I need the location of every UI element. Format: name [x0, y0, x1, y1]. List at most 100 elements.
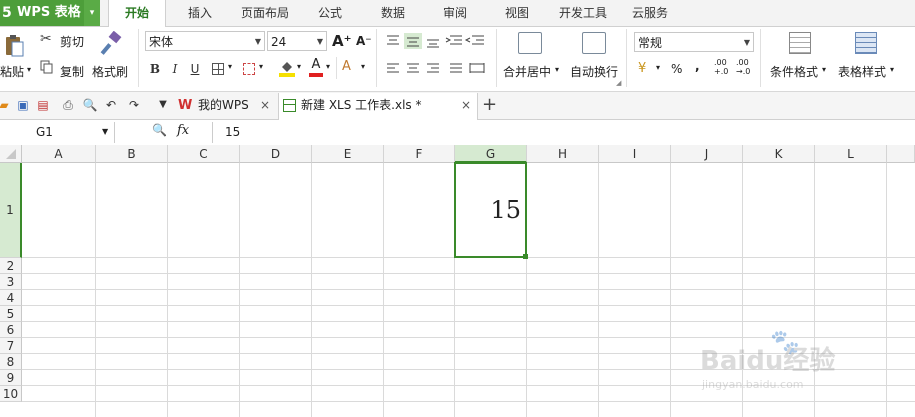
new-tab-plus-icon[interactable]: +: [482, 94, 497, 116]
wrap-text-icon[interactable]: [582, 32, 606, 54]
paste-button[interactable]: 粘贴: [0, 63, 24, 80]
select-all-corner[interactable]: [0, 145, 22, 163]
alignment-top-row-icons[interactable]: [384, 33, 494, 49]
column-header-partial[interactable]: [887, 145, 915, 163]
redo-icon[interactable]: ↷: [126, 97, 142, 113]
italic-button[interactable]: I: [165, 59, 185, 79]
underline-button[interactable]: U: [185, 59, 205, 79]
chevron-down-icon[interactable]: ▾: [259, 62, 263, 71]
grow-font-icon[interactable]: A⁺: [332, 32, 352, 50]
close-icon[interactable]: ×: [461, 93, 471, 118]
column-header-h[interactable]: H: [527, 145, 599, 163]
name-box[interactable]: G1 ▼: [0, 122, 115, 143]
column-header-i[interactable]: I: [599, 145, 671, 163]
customize-toolbar-icon[interactable]: ▼: [155, 97, 171, 113]
chevron-down-icon[interactable]: ▼: [102, 127, 108, 136]
alignment-bottom-row-icons[interactable]: [384, 61, 494, 77]
formula-input[interactable]: 15: [212, 122, 913, 143]
row-header-2[interactable]: 2: [0, 258, 22, 274]
copy-button[interactable]: 复制: [60, 63, 84, 80]
currency-icon[interactable]: ¥: [638, 61, 646, 76]
row-header-10[interactable]: 10: [0, 386, 22, 402]
decrease-decimal-button[interactable]: .00 →.0: [736, 58, 750, 76]
scissors-icon[interactable]: ✂: [40, 31, 52, 47]
row-header-9[interactable]: 9: [0, 370, 22, 386]
doc-tab-active-workbook[interactable]: 新建 XLS 工作表.xls * ×: [278, 93, 478, 120]
merge-center-button[interactable]: 合并居中: [503, 63, 551, 80]
font-size-select[interactable]: 24 ▼: [267, 31, 327, 51]
row-header-4[interactable]: 4: [0, 290, 22, 306]
increase-decimal-button[interactable]: .00 +.0: [714, 58, 728, 76]
app-menu-dropdown-icon[interactable]: ▾: [84, 0, 100, 26]
percent-button[interactable]: %: [671, 62, 682, 76]
wrap-text-button[interactable]: 自动换行: [570, 63, 618, 80]
chevron-down-icon[interactable]: ▾: [890, 65, 894, 74]
cut-button[interactable]: 剪切: [60, 33, 84, 50]
number-format-select[interactable]: 常规 ▼: [634, 32, 754, 52]
column-header-f[interactable]: F: [384, 145, 455, 163]
chevron-down-icon[interactable]: ▾: [656, 63, 660, 72]
chevron-down-icon[interactable]: ▾: [228, 62, 232, 71]
column-header-e[interactable]: E: [312, 145, 384, 163]
column-header-g[interactable]: G: [455, 145, 527, 163]
conditional-format-icon[interactable]: [789, 32, 811, 54]
print-icon[interactable]: ⎙: [60, 97, 76, 113]
column-header-k[interactable]: K: [743, 145, 815, 163]
merge-center-icon[interactable]: [518, 32, 542, 54]
cell-fill-pattern-icon[interactable]: [243, 63, 255, 75]
column-header-a[interactable]: A: [22, 145, 96, 163]
fill-color-icon[interactable]: [279, 59, 295, 77]
column-header-j[interactable]: J: [671, 145, 743, 163]
paste-icon[interactable]: [4, 33, 24, 57]
open-folder-icon[interactable]: ▰: [0, 97, 12, 113]
tab-home[interactable]: 开始: [108, 0, 166, 27]
tab-data[interactable]: 数据: [372, 0, 414, 26]
conditional-format-button[interactable]: 条件格式: [770, 63, 818, 80]
row-header-8[interactable]: 8: [0, 354, 22, 370]
font-color-icon[interactable]: A: [309, 57, 323, 77]
doc-tab-my-wps[interactable]: W 我的WPS ×: [176, 93, 278, 119]
column-header-c[interactable]: C: [168, 145, 240, 163]
bold-button[interactable]: B: [145, 59, 165, 79]
format-painter-button[interactable]: 格式刷: [92, 63, 128, 80]
pdf-export-icon[interactable]: ▤: [35, 97, 51, 113]
paste-dropdown-icon[interactable]: ▾: [27, 65, 31, 74]
tab-cloud[interactable]: 云服务: [624, 0, 676, 26]
column-header-b[interactable]: B: [96, 145, 168, 163]
row-header-5[interactable]: 5: [0, 306, 22, 322]
table-style-icon[interactable]: [855, 32, 877, 54]
tab-insert[interactable]: 插入: [178, 0, 222, 26]
font-name-select[interactable]: 宋体 ▼: [145, 31, 265, 51]
app-menu-button[interactable]: 5 WPS 表格 ▾: [0, 0, 100, 26]
comma-style-button[interactable]: ,: [695, 59, 700, 73]
chevron-down-icon[interactable]: ▾: [822, 65, 826, 74]
tab-formulas[interactable]: 公式: [310, 0, 350, 26]
close-icon[interactable]: ×: [260, 93, 270, 118]
row-header-1[interactable]: 1: [0, 163, 22, 258]
tab-page-layout[interactable]: 页面布局: [234, 0, 296, 26]
column-header-l[interactable]: L: [815, 145, 887, 163]
undo-icon[interactable]: ↶: [103, 97, 119, 113]
table-style-button[interactable]: 表格样式: [838, 63, 886, 80]
dialog-launcher-icon[interactable]: ◢: [616, 79, 621, 87]
chevron-down-icon[interactable]: ▾: [361, 62, 365, 71]
row-header-7[interactable]: 7: [0, 338, 22, 354]
print-preview-icon[interactable]: 🔍: [82, 97, 98, 113]
tab-developer[interactable]: 开发工具: [552, 0, 614, 26]
save-icon[interactable]: ▣: [15, 97, 31, 113]
copy-icon[interactable]: [40, 60, 54, 74]
chevron-down-icon[interactable]: ▾: [326, 62, 330, 71]
borders-icon[interactable]: [212, 63, 224, 75]
shrink-font-icon[interactable]: A⁻: [356, 34, 372, 48]
zoom-icon[interactable]: 🔍: [152, 123, 167, 137]
format-painter-icon[interactable]: [98, 30, 124, 57]
fill-handle[interactable]: [523, 254, 528, 259]
tab-review[interactable]: 审阅: [434, 0, 476, 26]
row-header-3[interactable]: 3: [0, 274, 22, 290]
tab-view[interactable]: 视图: [496, 0, 538, 26]
chevron-down-icon[interactable]: ▾: [555, 65, 559, 74]
column-header-d[interactable]: D: [240, 145, 312, 163]
clear-format-icon[interactable]: A: [342, 59, 351, 74]
chevron-down-icon[interactable]: ▾: [297, 62, 301, 71]
function-icon[interactable]: fx: [177, 123, 189, 138]
